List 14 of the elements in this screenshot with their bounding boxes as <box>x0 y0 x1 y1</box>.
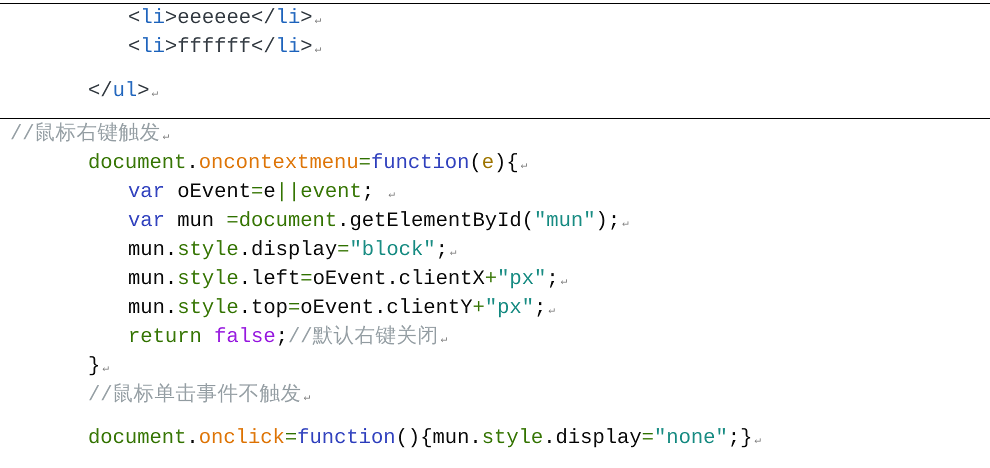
code-line: mun.style.display="block";↵ <box>128 238 457 264</box>
code-line: var mun =document.getElementById("mun");↵ <box>128 208 629 234</box>
code-line: return false;//默认右键关闭↵ <box>128 324 448 350</box>
code-line: mun.style.left=oEvent.clientX+"px";↵ <box>128 266 568 292</box>
code-line: //鼠标右键触发↵ <box>10 121 170 148</box>
code-line: mun.style.top=oEvent.clientY+"px";↵ <box>128 296 555 322</box>
code-line: //鼠标单击事件不触发↵ <box>88 382 310 408</box>
code-line: </ul>↵ <box>88 78 158 104</box>
code-line: }↵ <box>88 354 109 380</box>
code-line: document.oncontextmenu=function(e){↵ <box>88 150 528 176</box>
code-line: document.onclick=function(){mun.style.display="none";}↵ <box>88 426 762 452</box>
code-line: <li>eeeeee</li>↵ <box>128 6 322 32</box>
code-line: var oEvent=e||event; ↵ <box>128 180 396 206</box>
code-line: <li>ffffff</li>↵ <box>128 35 322 61</box>
